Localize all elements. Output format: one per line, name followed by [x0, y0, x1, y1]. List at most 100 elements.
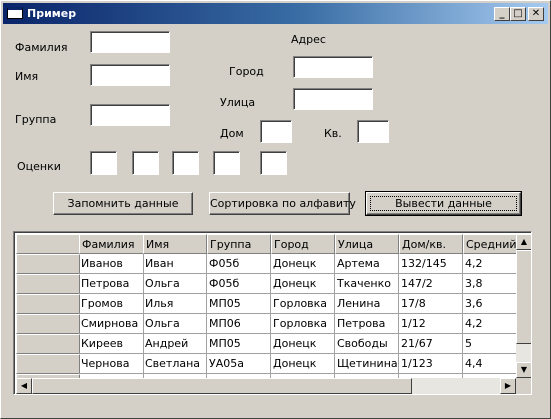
grid-column-header[interactable]: Имя [143, 234, 207, 254]
table-cell[interactable]: 3,8 [463, 274, 516, 294]
grid-column-header[interactable]: Дом/кв. [399, 234, 463, 254]
table-cell[interactable]: Чернова [79, 354, 144, 374]
city-field[interactable] [293, 56, 373, 78]
grid-column-header[interactable]: Город [271, 234, 335, 254]
table-cell[interactable]: Киреев [79, 334, 144, 354]
group-input[interactable] [91, 105, 169, 125]
output-data-button[interactable]: Вывести данные [365, 191, 522, 216]
name-input[interactable] [91, 65, 169, 85]
table-cell[interactable]: МП06 [207, 314, 271, 334]
table-cell[interactable]: Иван [143, 254, 207, 274]
table-row[interactable]: Иванов Иван Ф05б Донецк Артема 132/145 4,2 [16, 254, 516, 274]
row-indicator-cell[interactable] [16, 274, 80, 294]
table-cell[interactable]: 4,2 [463, 254, 516, 274]
table-cell[interactable]: 5 [463, 334, 516, 354]
table-cell[interactable]: Петрова [335, 314, 399, 334]
street-input[interactable] [294, 89, 372, 109]
apartment-input[interactable] [358, 121, 388, 142]
table-cell[interactable]: 132/145 [399, 254, 463, 274]
vertical-scrollbar[interactable]: ▲ ▼ [516, 234, 531, 378]
apartment-field[interactable] [357, 120, 389, 143]
grid-column-header[interactable]: Средний балл [463, 234, 516, 254]
city-input[interactable] [294, 57, 372, 77]
grade-field-1[interactable] [90, 151, 117, 175]
table-cell[interactable]: Смирнова [79, 314, 144, 334]
table-cell[interactable]: Донецк [271, 354, 335, 374]
table-cell[interactable]: Громов [79, 294, 144, 314]
table-cell[interactable]: Ольга [143, 314, 207, 334]
table-cell[interactable]: МП05 [207, 294, 271, 314]
table-row[interactable]: Смирнова Ольга МП06 Горловка Петрова 1/12 4,2 [16, 314, 516, 334]
surname-input[interactable] [91, 32, 169, 52]
table-cell[interactable]: Светлана [143, 354, 207, 374]
scroll-left-icon[interactable]: ◀ [16, 378, 32, 394]
sort-alphabetically-button[interactable]: Сортировка по алфавиту [209, 192, 356, 215]
table-cell[interactable]: УА05а [207, 354, 271, 374]
surname-field[interactable] [90, 31, 170, 53]
horizontal-scrollbar[interactable]: ◀ ▶ [16, 378, 516, 394]
vertical-scroll-thumb[interactable] [516, 250, 531, 344]
table-cell[interactable]: Ф05б [207, 254, 271, 274]
grid-column-header[interactable]: Улица [335, 234, 399, 254]
table-cell[interactable]: Донецк [271, 334, 335, 354]
save-data-button[interactable]: Запомнить данные [53, 192, 193, 215]
table-row[interactable]: Петрова Ольга Ф05б Донецк Ткаченко 147/2 3,8 [16, 274, 516, 294]
table-cell[interactable]: 17/8 [399, 294, 463, 314]
table-cell[interactable]: Донецк [271, 274, 335, 294]
table-cell[interactable]: Ткаченко [335, 274, 399, 294]
grade-input[interactable] [173, 152, 198, 174]
table-cell[interactable]: Андрей [143, 334, 207, 354]
name-field[interactable] [90, 64, 170, 86]
table-cell[interactable]: Илья [143, 294, 207, 314]
house-input[interactable] [261, 121, 291, 142]
table-cell[interactable]: 21/67 [399, 334, 463, 354]
students-grid[interactable]: Фамилия Имя Группа Город Улица Дом/кв. Средний… [13, 231, 532, 395]
table-cell[interactable]: 3,6 [463, 294, 516, 314]
table-cell[interactable]: Донецк [271, 254, 335, 274]
minimize-button[interactable]: _ [494, 7, 510, 21]
group-field[interactable] [90, 104, 170, 126]
grade-input[interactable] [91, 152, 116, 174]
table-cell[interactable]: Горловка [271, 294, 335, 314]
table-cell[interactable]: Иванов [79, 254, 144, 274]
maximize-button[interactable]: □ [510, 7, 526, 21]
table-cell[interactable]: Ф05б [207, 274, 271, 294]
row-indicator-cell[interactable] [16, 254, 80, 274]
table-row[interactable]: Чернова Светлана УА05а Донецк Щетинина 1/123 4… [16, 354, 516, 374]
grade-field-2[interactable] [132, 151, 159, 175]
grade-field-4[interactable] [213, 151, 240, 175]
table-cell[interactable]: Артема [335, 254, 399, 274]
row-indicator-cell[interactable] [16, 334, 80, 354]
table-cell[interactable]: 4,2 [463, 314, 516, 334]
row-indicator-cell[interactable] [16, 354, 80, 374]
table-cell[interactable]: Свободы [335, 334, 399, 354]
grid-column-header[interactable]: Фамилия [79, 234, 144, 254]
table-cell[interactable]: 1/123 [399, 354, 463, 374]
grade-input[interactable] [214, 152, 239, 174]
table-cell[interactable]: Ольга [143, 274, 207, 294]
table-row[interactable]: Громов Илья МП05 Горловка Ленина 17/8 3,6 [16, 294, 516, 314]
close-button[interactable]: ✕ [528, 7, 544, 21]
table-cell[interactable]: 1/12 [399, 314, 463, 334]
table-cell[interactable]: 147/2 [399, 274, 463, 294]
title-bar[interactable]: Пример _ □ ✕ [3, 3, 548, 24]
table-cell[interactable]: Щетинина [335, 354, 399, 374]
scroll-down-icon[interactable]: ▼ [516, 362, 531, 378]
row-indicator-cell[interactable] [16, 314, 80, 334]
scroll-up-icon[interactable]: ▲ [516, 234, 531, 250]
table-cell[interactable]: Горловка [271, 314, 335, 334]
table-cell[interactable]: МП05 [207, 334, 271, 354]
grade-field-3[interactable] [172, 151, 199, 175]
table-cell[interactable]: Ленина [335, 294, 399, 314]
grade-input[interactable] [261, 152, 286, 174]
scroll-right-icon[interactable]: ▶ [500, 378, 516, 394]
house-field[interactable] [260, 120, 292, 143]
grid-column-header[interactable]: Группа [207, 234, 271, 254]
street-field[interactable] [293, 88, 373, 110]
horizontal-scroll-thumb[interactable] [32, 378, 412, 394]
row-indicator-cell[interactable] [16, 294, 80, 314]
grade-input[interactable] [133, 152, 158, 174]
grade-field-5[interactable] [260, 151, 287, 175]
table-cell[interactable]: Петрова [79, 274, 144, 294]
table-cell[interactable]: 4,4 [463, 354, 516, 374]
